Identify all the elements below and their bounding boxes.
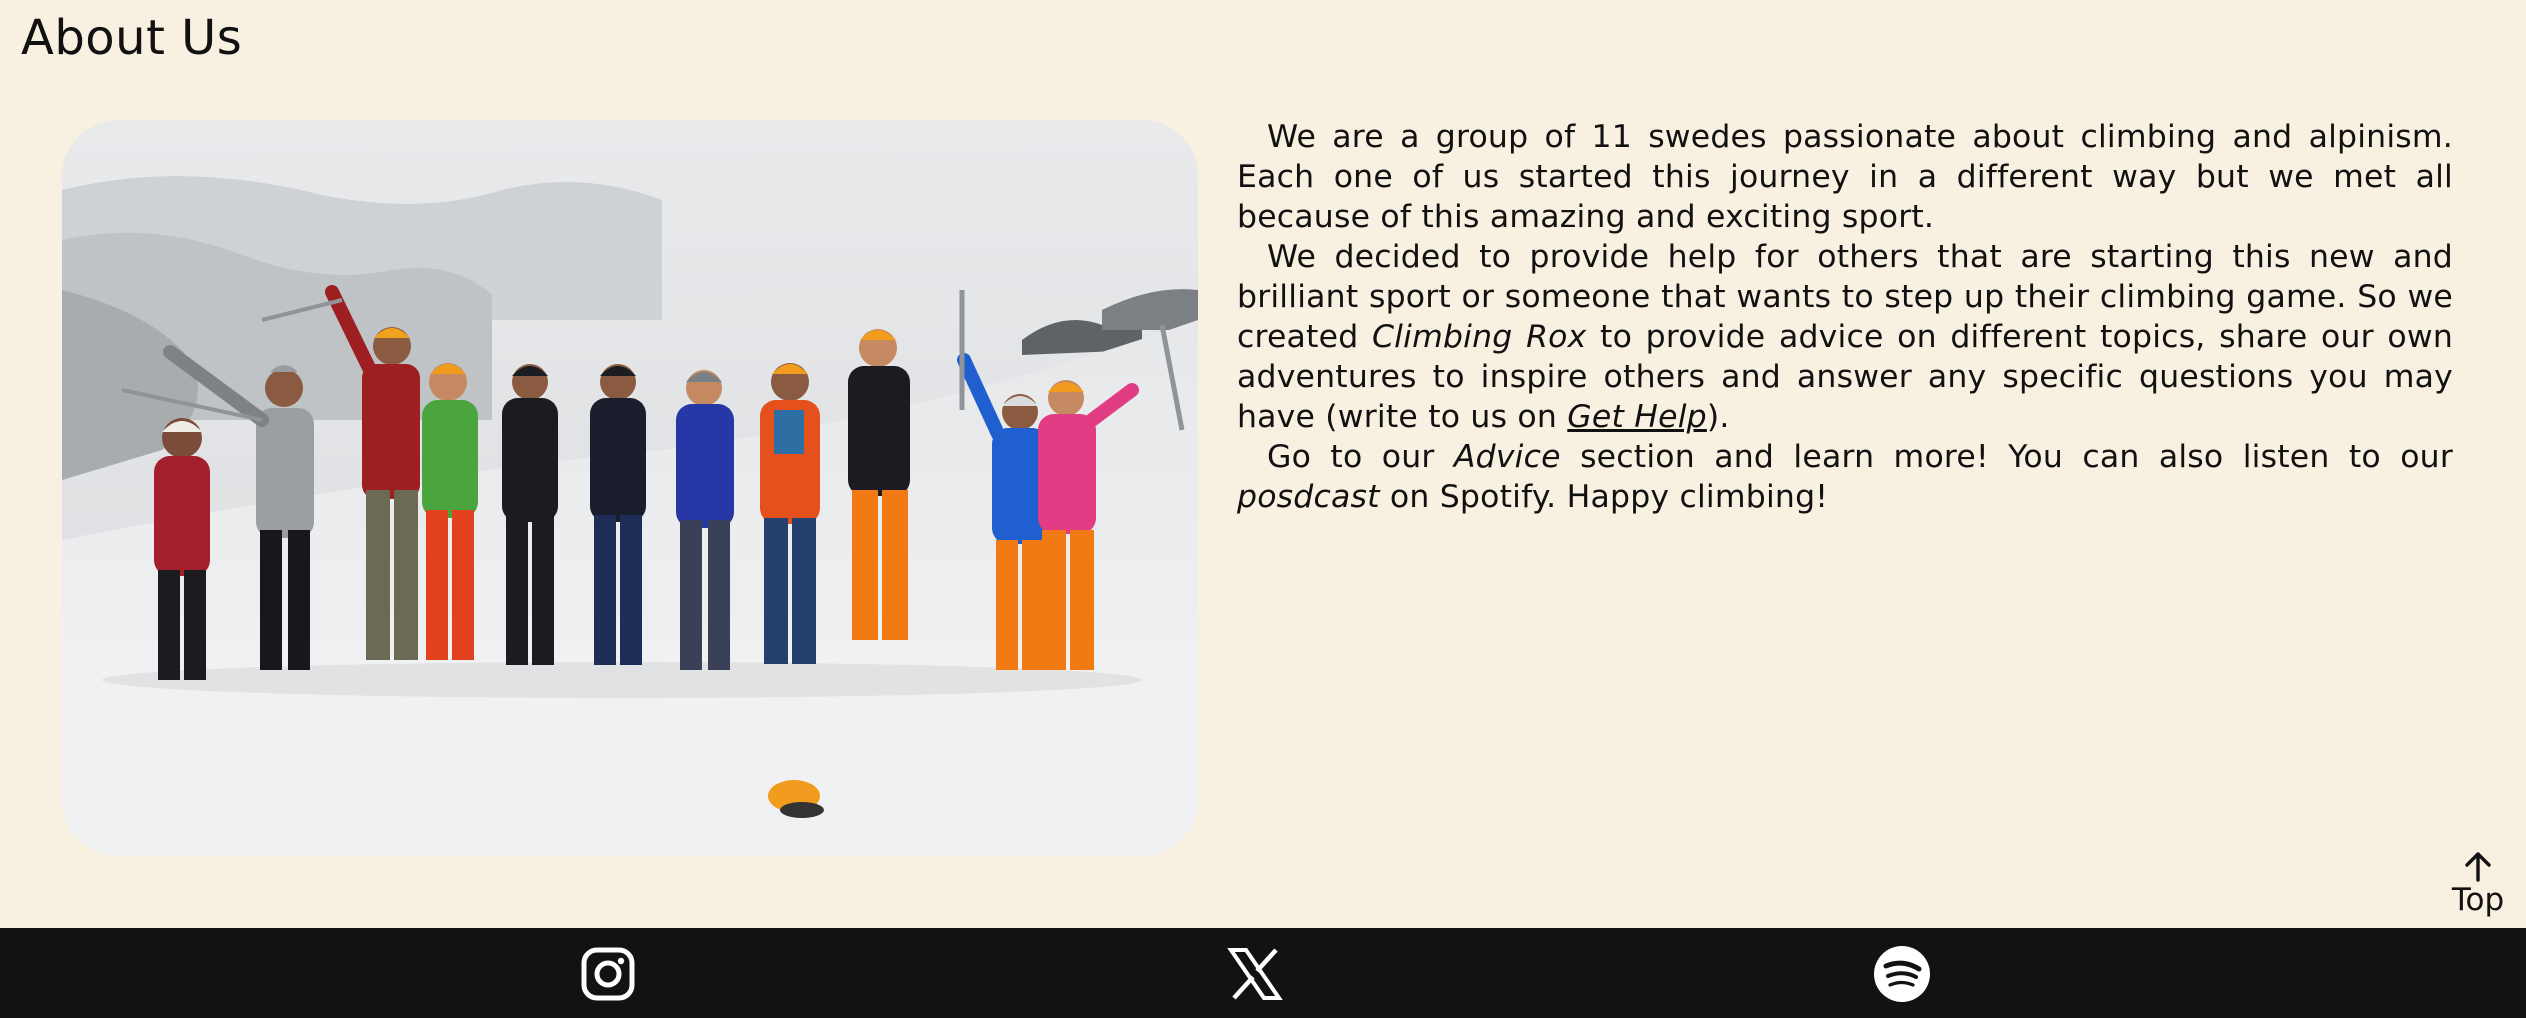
about-text-p3-c: on Spotify. Happy climbing! xyxy=(1379,479,1829,515)
top-button[interactable]: Top xyxy=(2448,850,2508,924)
about-text-p1: We are a group of 11 swedes passionate a… xyxy=(1237,119,2453,235)
arrow-up-icon xyxy=(2448,850,2508,882)
footer xyxy=(0,928,2526,1018)
about-paragraph: We decided to provide help for others th… xyxy=(1237,237,2453,437)
about-text-p2-c: ). xyxy=(1706,399,1730,435)
instagram-icon[interactable] xyxy=(579,945,637,1003)
brand-name: Climbing Rox xyxy=(1371,319,1587,355)
about-text-p3-a: Go to our xyxy=(1267,439,1454,475)
advice-section-name: Advice xyxy=(1453,439,1561,475)
group-photo xyxy=(62,120,1198,856)
about-paragraph: We are a group of 11 swedes passionate a… xyxy=(1237,117,2453,237)
x-icon[interactable] xyxy=(1226,945,1284,1003)
top-button-label: Top xyxy=(2451,882,2505,918)
get-help-link[interactable]: Get Help xyxy=(1567,399,1707,435)
spotify-icon[interactable] xyxy=(1873,945,1931,1003)
about-text-p3-b: section and learn more! You can also lis… xyxy=(1560,439,2453,475)
about-text: We are a group of 11 swedes passionate a… xyxy=(1237,117,2453,517)
page-title: About Us xyxy=(21,10,243,66)
podcast-word: posdcast xyxy=(1237,479,1380,515)
about-paragraph: Go to our Advice section and learn more!… xyxy=(1237,437,2453,517)
